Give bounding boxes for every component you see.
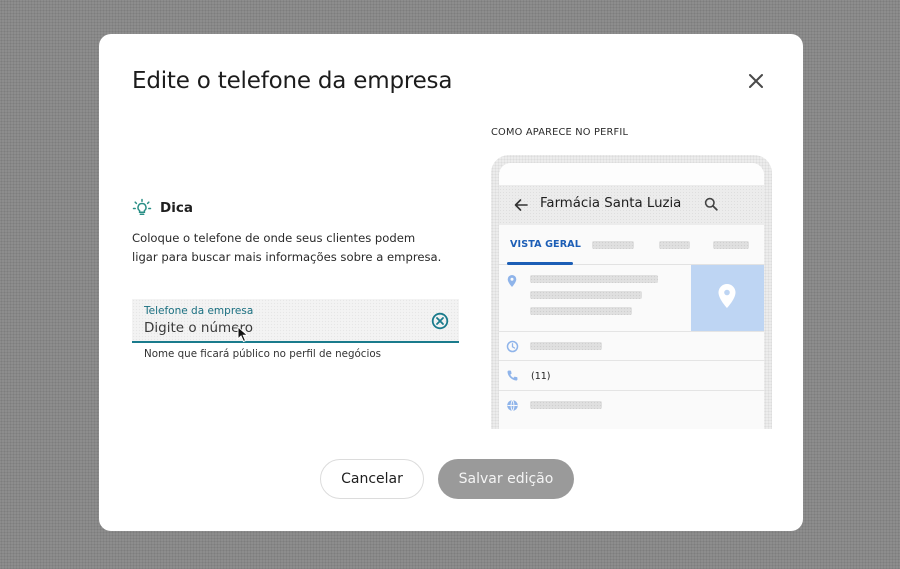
close-button[interactable] <box>745 70 767 92</box>
location-pin-icon <box>507 275 517 287</box>
phone-field-label: Telefone da empresa <box>144 305 254 317</box>
lightbulb-icon <box>132 198 152 216</box>
preview-caption: COMO APARECE NO PERFIL <box>491 127 629 138</box>
tip-title: Dica <box>160 200 193 216</box>
tab-overview: VISTA GERAL <box>510 239 581 250</box>
row-divider <box>499 390 764 391</box>
clock-icon <box>506 340 519 353</box>
tab-placeholder <box>592 241 634 249</box>
phone-icon <box>507 370 518 381</box>
clear-circle-icon <box>431 312 449 330</box>
cancel-button[interactable]: Cancelar <box>320 459 424 499</box>
preview-phone-number: (11) <box>531 371 551 382</box>
tip-text: Coloque o telefone de onde seus clientes… <box>132 231 442 264</box>
search-icon <box>704 197 718 211</box>
phone-screen: Farmácia Santa Luzia VISTA GERAL (11) <box>499 163 764 429</box>
address-placeholder <box>530 291 642 299</box>
address-placeholder <box>530 307 632 315</box>
phone-status-area <box>499 163 764 185</box>
phone-field-helper: Nome que ficará público no perfil de neg… <box>144 348 381 360</box>
map-thumbnail <box>691 265 764 331</box>
address-placeholder <box>530 275 658 283</box>
row-divider <box>499 331 764 332</box>
dialog-title: Edite o telefone da empresa <box>132 68 453 94</box>
tab-placeholder <box>659 241 690 249</box>
map-pin-icon <box>718 284 736 308</box>
mouse-cursor-icon <box>237 326 249 343</box>
phone-field[interactable]: Telefone da empresa <box>132 299 459 343</box>
business-name: Farmácia Santa Luzia <box>540 196 682 211</box>
back-arrow-icon <box>514 199 528 211</box>
phone-tabs: VISTA GERAL <box>499 225 764 265</box>
website-placeholder <box>530 401 602 409</box>
phone-input[interactable] <box>144 318 414 338</box>
hours-placeholder <box>530 342 602 350</box>
clear-button[interactable] <box>430 311 450 331</box>
tab-placeholder <box>713 241 749 249</box>
edit-phone-dialog: Edite o telefone da empresa Dica Coloque… <box>99 34 803 531</box>
globe-icon <box>507 399 518 412</box>
tip-header: Dica <box>132 198 193 218</box>
row-divider <box>499 360 764 361</box>
save-button[interactable]: Salvar edição <box>438 459 574 499</box>
tab-indicator <box>507 262 573 265</box>
phone-preview: Farmácia Santa Luzia VISTA GERAL (11) <box>491 155 772 429</box>
phone-app-bar: Farmácia Santa Luzia <box>499 185 764 225</box>
close-icon <box>749 74 763 88</box>
